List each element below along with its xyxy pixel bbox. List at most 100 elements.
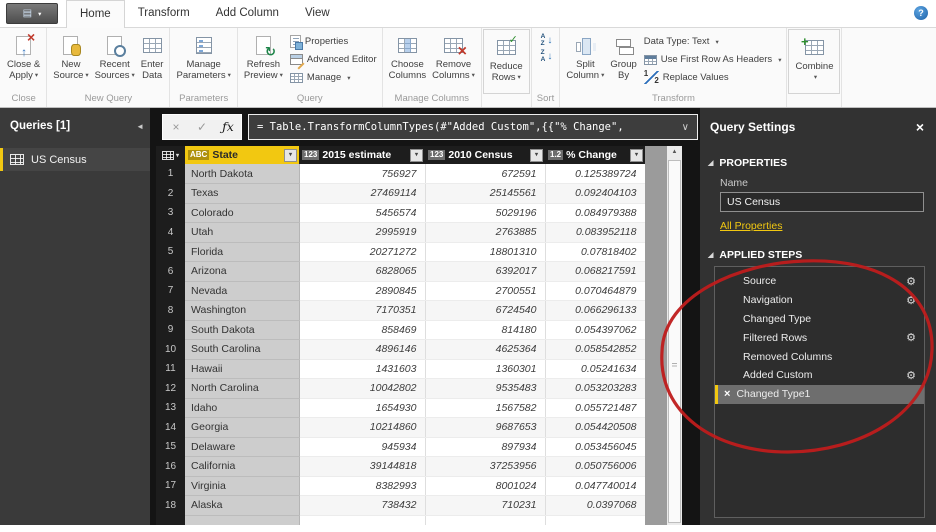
value-cell[interactable]: 0.066296133 xyxy=(545,300,645,321)
formula-input[interactable]: = Table.TransformColumnTypes(#"Added Cus… xyxy=(248,114,698,140)
filter-button[interactable]: ▾ xyxy=(630,148,643,162)
use-first-row-as-headers-button[interactable]: Use First Row As Headers ▾ xyxy=(643,51,781,68)
combine-button[interactable]: Combine▾ xyxy=(792,33,836,84)
applied-step-source[interactable]: Source ⚙ xyxy=(715,272,924,291)
value-cell[interactable]: 8382993 xyxy=(299,476,426,496)
value-cell[interactable]: 39144818 xyxy=(299,456,426,477)
state-cell[interactable]: Arizona xyxy=(185,261,300,282)
value-cell[interactable]: 10042802 xyxy=(299,378,426,399)
applied-step-removed-columns[interactable]: Removed Columns xyxy=(715,347,924,366)
row-number-cell[interactable]: 2 xyxy=(156,183,185,203)
close-icon[interactable]: × xyxy=(916,120,924,134)
refresh-preview-button[interactable]: RefreshPreview▾ xyxy=(241,31,286,82)
collapse-panel-icon[interactable]: ◄ xyxy=(136,122,144,131)
value-cell[interactable]: 6724540 xyxy=(425,300,546,321)
value-cell[interactable]: 5029196 xyxy=(425,203,546,223)
all-properties-link[interactable]: All Properties xyxy=(700,212,936,232)
query-name-input[interactable] xyxy=(720,192,924,212)
value-cell[interactable]: 0.050756006 xyxy=(545,456,645,477)
state-cell[interactable]: Florida xyxy=(185,242,300,262)
value-cell[interactable]: 10214860 xyxy=(299,417,426,438)
close-and-apply-button[interactable]: Close &Apply▾ xyxy=(4,30,43,82)
applied-step-added-custom[interactable]: Added Custom ⚙ xyxy=(715,366,924,385)
row-number-cell[interactable]: 11 xyxy=(156,359,185,379)
value-cell[interactable]: 6828065 xyxy=(299,261,426,282)
gear-icon[interactable]: ⚙ xyxy=(906,369,916,382)
row-number-cell[interactable]: 5 xyxy=(156,242,185,262)
value-cell[interactable]: 1431603 xyxy=(299,359,426,379)
value-cell[interactable]: 710231 xyxy=(425,495,546,516)
filter-button[interactable]: ▾ xyxy=(410,148,423,162)
row-number-cell[interactable]: 16 xyxy=(156,456,185,476)
value-cell[interactable]: 814180 xyxy=(425,320,546,340)
value-cell[interactable]: 0.058542852 xyxy=(545,339,645,360)
choose-columns-button[interactable]: Choose Columns xyxy=(386,31,430,82)
state-cell[interactable]: South Dakota xyxy=(185,320,300,340)
row-number-cell[interactable]: 3 xyxy=(156,203,185,223)
state-cell[interactable]: North Dakota xyxy=(185,164,300,184)
value-cell[interactable]: 6392017 xyxy=(425,261,546,282)
row-number-cell[interactable]: 1 xyxy=(156,164,185,184)
value-cell[interactable]: 20271272 xyxy=(299,242,426,262)
row-number-cell[interactable]: 12 xyxy=(156,378,185,398)
remove-columns-button[interactable]: RemoveColumns▾ xyxy=(429,31,478,82)
split-column-button[interactable]: Split Column ▾ xyxy=(563,31,607,82)
value-cell[interactable]: 1567582 xyxy=(425,398,546,418)
row-number-cell[interactable]: 18 xyxy=(156,495,185,515)
value-cell[interactable]: 1654930 xyxy=(299,398,426,418)
sort-descending-button[interactable]: Z A ↓ xyxy=(539,49,555,64)
value-cell[interactable]: 0.070464879 xyxy=(545,281,645,301)
advanced-editor-button[interactable]: Advanced Editor xyxy=(289,51,377,68)
row-number-cell[interactable]: 6 xyxy=(156,261,185,281)
value-cell[interactable]: 0.125389724 xyxy=(545,164,645,184)
value-cell[interactable]: 0.0397068 xyxy=(545,495,645,516)
tab-home[interactable]: Home xyxy=(66,0,125,28)
applied-step-changed-type[interactable]: Changed Type xyxy=(715,310,924,329)
row-number-cell[interactable]: 17 xyxy=(156,476,185,496)
state-cell[interactable]: Delaware xyxy=(185,437,300,457)
column-header-2010-census[interactable]: 123 2010 Census ▾ xyxy=(425,146,545,164)
state-cell[interactable]: Georgia xyxy=(185,417,300,438)
state-cell[interactable]: North Carolina xyxy=(185,378,300,399)
value-cell[interactable]: 9687653 xyxy=(425,417,546,438)
state-cell[interactable]: Nevada xyxy=(185,281,300,301)
row-number-cell[interactable]: 15 xyxy=(156,437,185,457)
value-cell[interactable]: 9535483 xyxy=(425,378,546,399)
applied-steps-section-header[interactable]: ◢ APPLIED STEPS xyxy=(700,249,936,261)
data-type-button[interactable]: Data Type: Text ▾ xyxy=(644,33,782,50)
value-cell[interactable]: 4625364 xyxy=(425,339,546,360)
replace-values-button[interactable]: Replace Values xyxy=(643,69,782,86)
gear-icon[interactable]: ⚙ xyxy=(906,294,916,307)
value-cell[interactable]: 25145561 xyxy=(425,183,546,204)
state-cell[interactable]: Utah xyxy=(185,222,300,243)
value-cell[interactable]: 897934 xyxy=(425,437,546,457)
value-cell[interactable]: 5456574 xyxy=(299,203,426,223)
gear-icon[interactable]: ⚙ xyxy=(906,331,916,344)
value-cell[interactable]: 756927 xyxy=(299,164,426,184)
group-by-button[interactable]: Group By xyxy=(607,31,639,82)
value-cell[interactable]: 0.053203283 xyxy=(545,378,645,399)
tab-view[interactable]: View xyxy=(292,0,343,27)
recent-sources-button[interactable]: Recent Sources ▾ xyxy=(92,31,138,82)
applied-step-filtered-rows[interactable]: Filtered Rows ⚙ xyxy=(715,328,924,347)
value-cell[interactable]: 2700551 xyxy=(425,281,546,301)
row-number-cell[interactable]: 13 xyxy=(156,398,185,418)
row-number-cell[interactable]: 7 xyxy=(156,281,185,301)
sort-ascending-button[interactable]: A Z ↓ xyxy=(539,33,555,48)
select-all-corner-button[interactable]: ▾ xyxy=(156,146,185,164)
new-source-button[interactable]: New Source ▾ xyxy=(50,31,91,82)
tab-transform[interactable]: Transform xyxy=(125,0,203,27)
value-cell[interactable]: 0.07818402 xyxy=(545,242,645,262)
column-header-change[interactable]: 1.2% Change ▾ xyxy=(545,146,645,164)
state-cell[interactable]: Virginia xyxy=(185,476,300,496)
value-cell[interactable]: 738432 xyxy=(299,495,426,516)
value-cell[interactable]: 2995919 xyxy=(299,222,426,243)
state-cell[interactable] xyxy=(185,515,300,525)
row-number-cell[interactable]: 10 xyxy=(156,339,185,359)
manage-button[interactable]: Manage ▾ xyxy=(289,69,377,86)
value-cell[interactable] xyxy=(425,515,546,525)
value-cell[interactable]: 0.084979388 xyxy=(545,203,645,223)
help-icon[interactable]: ? xyxy=(914,6,928,20)
applied-step-changed-type1[interactable]: × Changed Type1 xyxy=(715,384,924,404)
query-item-us-census[interactable]: US Census xyxy=(0,148,150,171)
